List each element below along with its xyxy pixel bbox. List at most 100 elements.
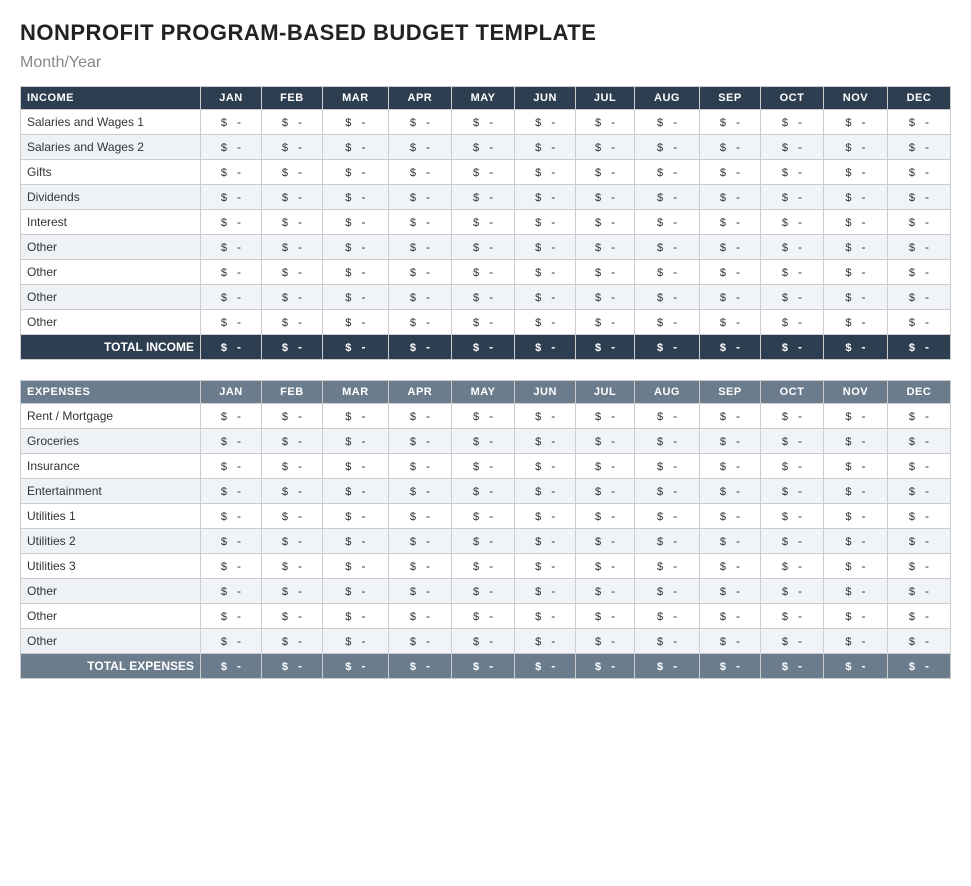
expenses-cell[interactable]: $ - — [823, 429, 887, 454]
expenses-cell[interactable]: $ - — [322, 504, 388, 529]
expenses-cell[interactable]: $ - — [823, 579, 887, 604]
income-cell[interactable]: $ - — [576, 260, 635, 285]
expenses-cell[interactable]: $ - — [515, 529, 576, 554]
expenses-cell[interactable]: $ - — [823, 454, 887, 479]
expenses-cell[interactable]: $ - — [388, 479, 451, 504]
income-cell[interactable]: $ - — [451, 110, 514, 135]
income-cell[interactable]: $ - — [887, 185, 950, 210]
expenses-cell[interactable]: $ - — [261, 529, 322, 554]
income-cell[interactable]: $ - — [635, 110, 700, 135]
expenses-cell[interactable]: $ - — [887, 529, 950, 554]
income-cell[interactable]: $ - — [261, 110, 322, 135]
income-cell[interactable]: $ - — [322, 285, 388, 310]
expenses-cell[interactable]: $ - — [451, 504, 514, 529]
expenses-cell[interactable]: $ - — [887, 604, 950, 629]
income-cell[interactable]: $ - — [635, 210, 700, 235]
income-cell[interactable]: $ - — [515, 185, 576, 210]
expenses-cell[interactable]: $ - — [823, 404, 887, 429]
expenses-cell[interactable]: $ - — [760, 554, 823, 579]
expenses-cell[interactable]: $ - — [451, 579, 514, 604]
expenses-cell[interactable]: $ - — [515, 604, 576, 629]
income-cell[interactable]: $ - — [760, 135, 823, 160]
income-cell[interactable]: $ - — [576, 210, 635, 235]
income-cell[interactable]: $ - — [887, 110, 950, 135]
expenses-cell[interactable]: $ - — [700, 404, 761, 429]
expenses-cell[interactable]: $ - — [635, 604, 700, 629]
expenses-cell[interactable]: $ - — [576, 604, 635, 629]
income-cell[interactable]: $ - — [576, 135, 635, 160]
income-cell[interactable]: $ - — [576, 160, 635, 185]
expenses-cell[interactable]: $ - — [700, 604, 761, 629]
expenses-cell[interactable]: $ - — [576, 504, 635, 529]
expenses-cell[interactable]: $ - — [760, 429, 823, 454]
expenses-cell[interactable]: $ - — [823, 604, 887, 629]
expenses-cell[interactable]: $ - — [576, 579, 635, 604]
income-cell[interactable]: $ - — [760, 210, 823, 235]
income-cell[interactable]: $ - — [576, 110, 635, 135]
income-cell[interactable]: $ - — [760, 185, 823, 210]
expenses-cell[interactable]: $ - — [201, 529, 262, 554]
expenses-cell[interactable]: $ - — [887, 554, 950, 579]
expenses-cell[interactable]: $ - — [388, 629, 451, 654]
income-cell[interactable]: $ - — [201, 185, 262, 210]
income-cell[interactable]: $ - — [451, 185, 514, 210]
income-cell[interactable]: $ - — [201, 135, 262, 160]
expenses-cell[interactable]: $ - — [201, 429, 262, 454]
income-cell[interactable]: $ - — [635, 185, 700, 210]
income-cell[interactable]: $ - — [388, 210, 451, 235]
expenses-cell[interactable]: $ - — [322, 479, 388, 504]
expenses-cell[interactable]: $ - — [515, 579, 576, 604]
income-cell[interactable]: $ - — [760, 310, 823, 335]
expenses-cell[interactable]: $ - — [635, 504, 700, 529]
expenses-cell[interactable]: $ - — [823, 529, 887, 554]
income-cell[interactable]: $ - — [322, 260, 388, 285]
income-cell[interactable]: $ - — [887, 260, 950, 285]
expenses-cell[interactable]: $ - — [261, 579, 322, 604]
income-cell[interactable]: $ - — [451, 310, 514, 335]
income-cell[interactable]: $ - — [451, 210, 514, 235]
expenses-cell[interactable]: $ - — [201, 454, 262, 479]
expenses-cell[interactable]: $ - — [451, 429, 514, 454]
income-cell[interactable]: $ - — [388, 285, 451, 310]
income-cell[interactable]: $ - — [823, 135, 887, 160]
expenses-cell[interactable]: $ - — [635, 479, 700, 504]
income-cell[interactable]: $ - — [760, 235, 823, 260]
income-cell[interactable]: $ - — [700, 110, 761, 135]
income-cell[interactable]: $ - — [760, 110, 823, 135]
expenses-cell[interactable]: $ - — [451, 404, 514, 429]
expenses-cell[interactable]: $ - — [576, 629, 635, 654]
income-cell[interactable]: $ - — [760, 285, 823, 310]
expenses-cell[interactable]: $ - — [261, 504, 322, 529]
income-cell[interactable]: $ - — [201, 110, 262, 135]
income-cell[interactable]: $ - — [700, 210, 761, 235]
expenses-cell[interactable]: $ - — [261, 404, 322, 429]
expenses-cell[interactable]: $ - — [887, 629, 950, 654]
income-cell[interactable]: $ - — [322, 135, 388, 160]
expenses-cell[interactable]: $ - — [887, 454, 950, 479]
expenses-cell[interactable]: $ - — [322, 454, 388, 479]
income-cell[interactable]: $ - — [201, 210, 262, 235]
expenses-cell[interactable]: $ - — [760, 479, 823, 504]
income-cell[interactable]: $ - — [635, 135, 700, 160]
income-cell[interactable]: $ - — [887, 210, 950, 235]
income-cell[interactable]: $ - — [388, 110, 451, 135]
income-cell[interactable]: $ - — [261, 235, 322, 260]
income-cell[interactable]: $ - — [515, 285, 576, 310]
expenses-cell[interactable]: $ - — [515, 454, 576, 479]
expenses-cell[interactable]: $ - — [201, 504, 262, 529]
expenses-cell[interactable]: $ - — [700, 529, 761, 554]
expenses-cell[interactable]: $ - — [760, 504, 823, 529]
expenses-cell[interactable]: $ - — [201, 554, 262, 579]
income-cell[interactable]: $ - — [451, 285, 514, 310]
expenses-cell[interactable]: $ - — [322, 604, 388, 629]
expenses-cell[interactable]: $ - — [700, 504, 761, 529]
expenses-cell[interactable]: $ - — [760, 529, 823, 554]
expenses-cell[interactable]: $ - — [201, 404, 262, 429]
expenses-cell[interactable]: $ - — [887, 429, 950, 454]
income-cell[interactable]: $ - — [201, 235, 262, 260]
income-cell[interactable]: $ - — [700, 310, 761, 335]
income-cell[interactable]: $ - — [635, 235, 700, 260]
income-cell[interactable]: $ - — [823, 110, 887, 135]
income-cell[interactable]: $ - — [201, 160, 262, 185]
income-cell[interactable]: $ - — [887, 285, 950, 310]
